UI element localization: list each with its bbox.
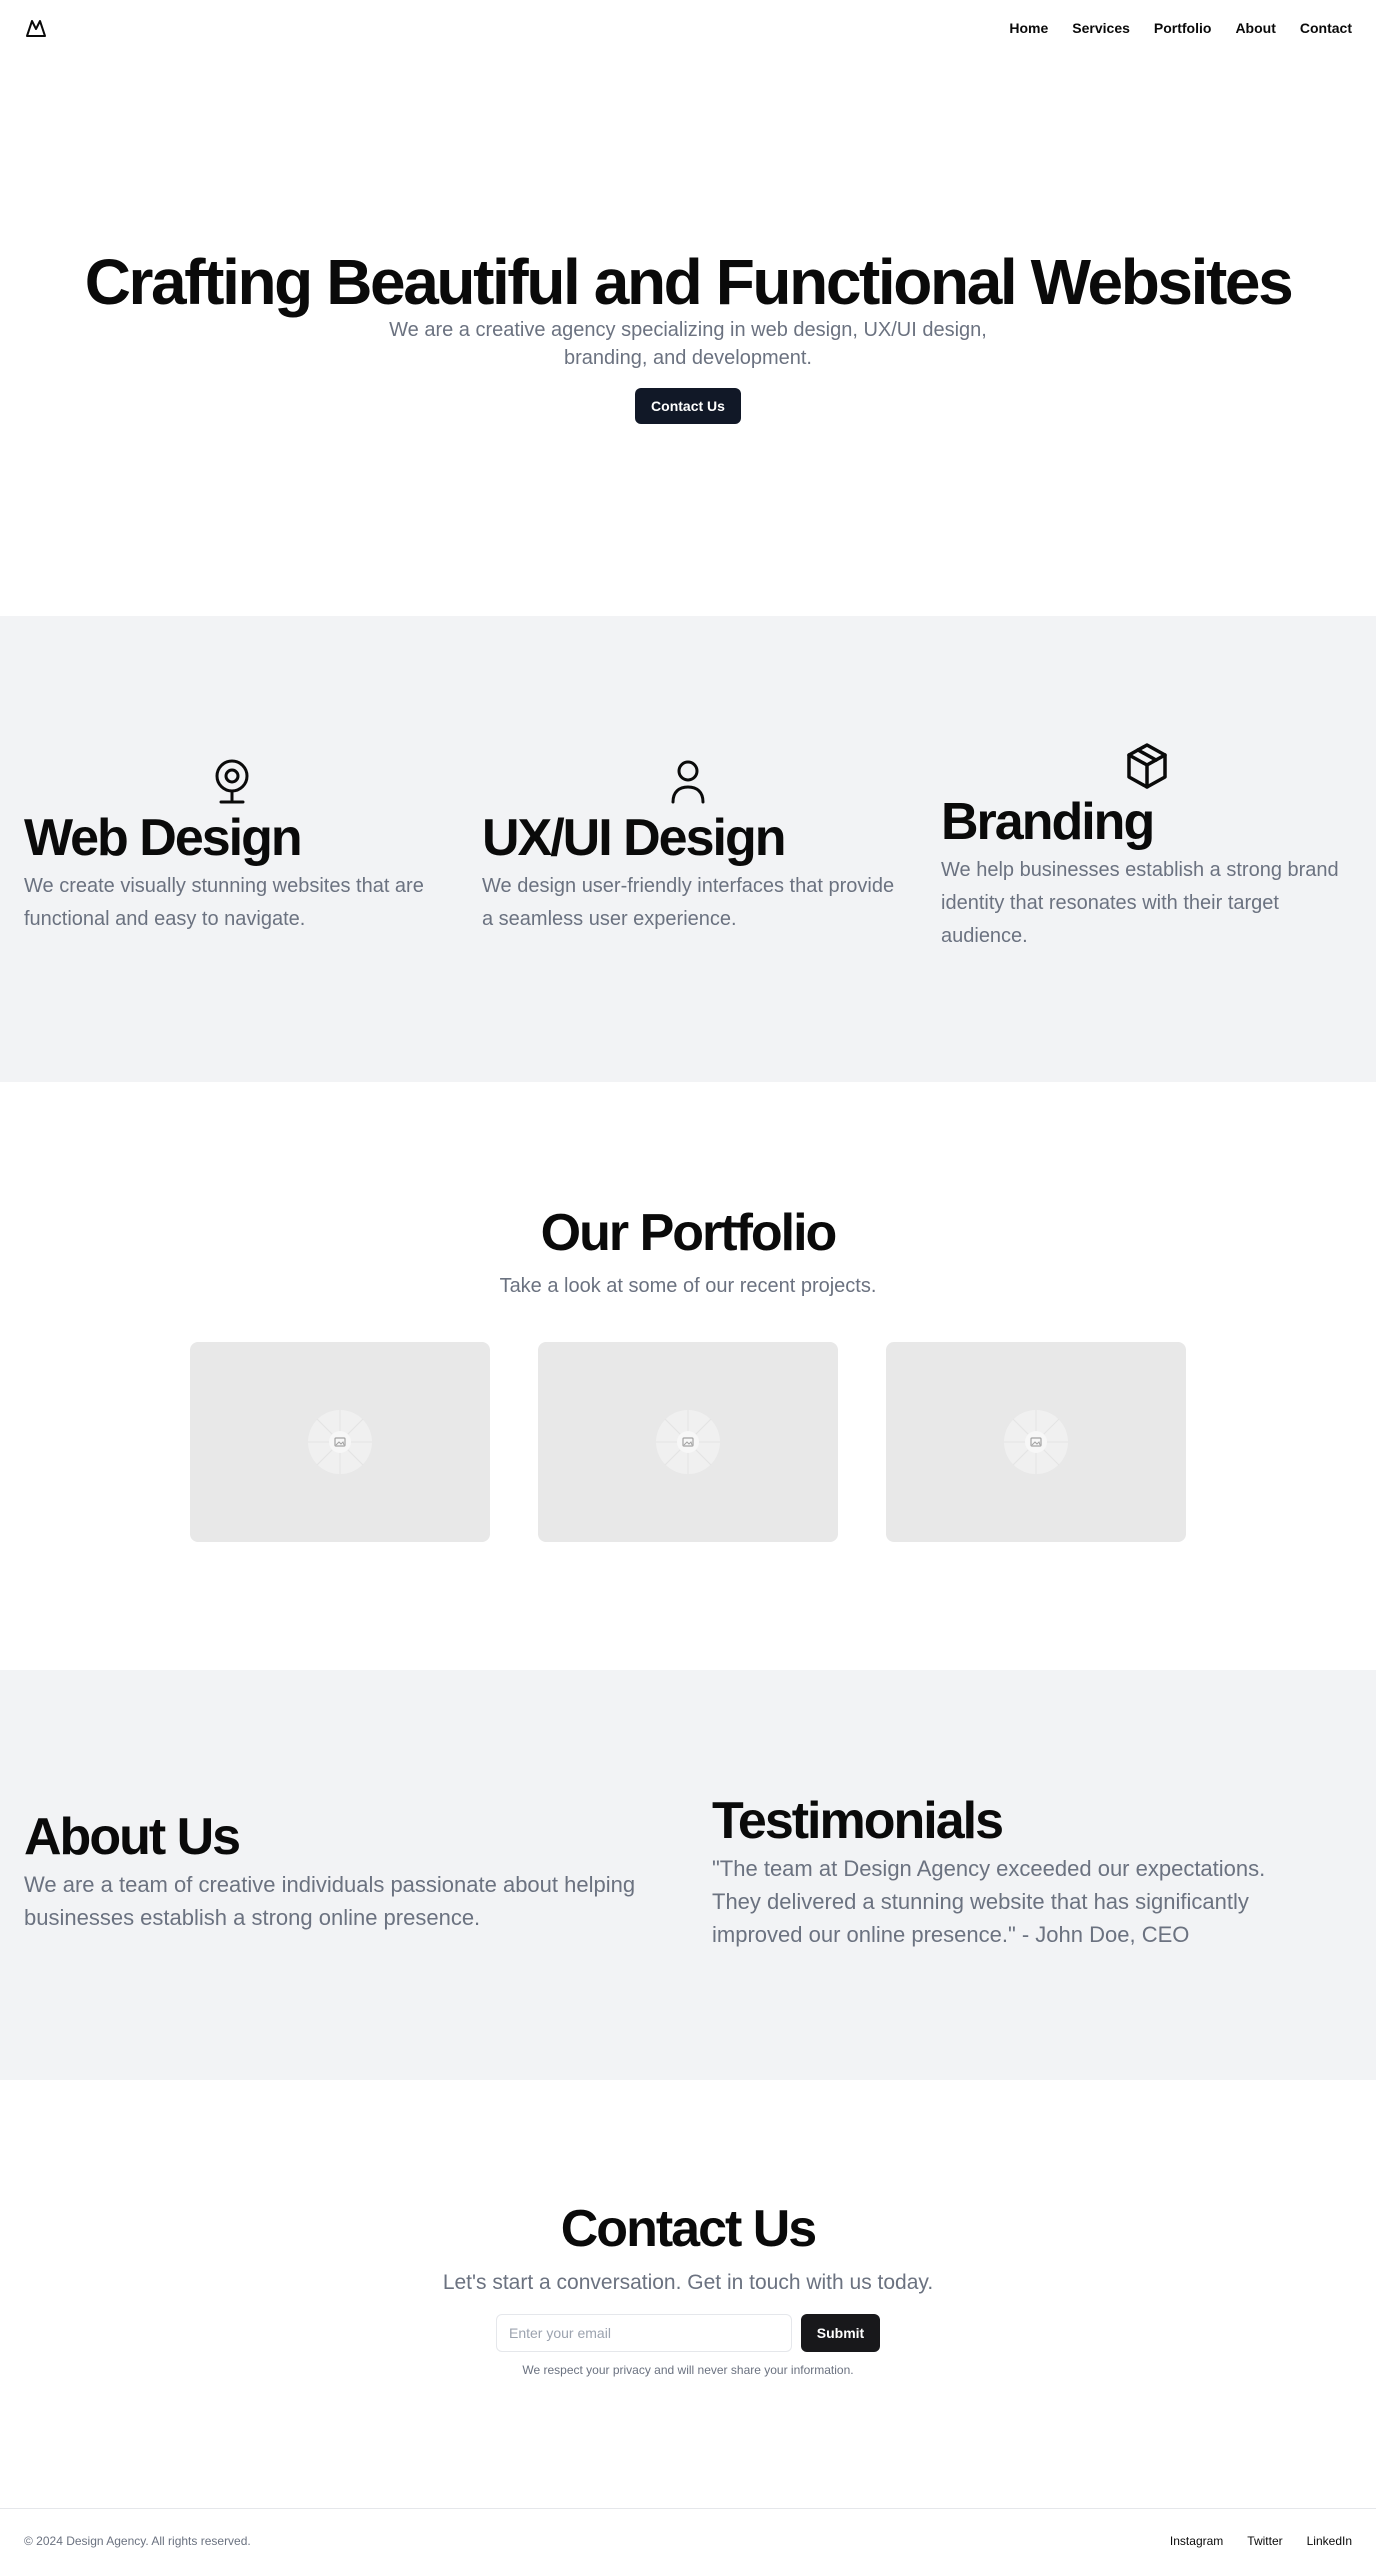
testimonials-title: Testimonials — [712, 1792, 1004, 1850]
about-title: About Us — [24, 1808, 241, 1866]
service-title: Branding — [941, 793, 1155, 851]
site-footer: © 2024 Design Agency. All rights reserve… — [0, 2508, 1376, 2573]
webcam-icon — [212, 758, 252, 806]
submit-button[interactable]: Submit — [801, 2314, 880, 2352]
contact-title: Contact Us — [560, 2200, 817, 2258]
portfolio-item[interactable] — [190, 1342, 490, 1542]
privacy-note: We respect your privacy and will never s… — [522, 2363, 854, 2377]
portfolio-item[interactable] — [538, 1342, 838, 1542]
nav-home-link[interactable]: Home — [1009, 18, 1048, 38]
mountain-icon[interactable] — [24, 16, 48, 40]
portfolio-subtitle: Take a look at some of our recent projec… — [499, 1275, 877, 1297]
contact-subtitle: Let's start a conversation. Get in touch… — [442, 2271, 934, 2294]
portfolio-item[interactable] — [886, 1342, 1186, 1542]
instagram-link[interactable]: Instagram — [1170, 2533, 1223, 2549]
package-icon — [1125, 742, 1167, 790]
nav-services-link[interactable]: Services — [1072, 18, 1130, 38]
testimonial-quote: "The team at Design Agency exceeded our … — [712, 1856, 1266, 1947]
twitter-link[interactable]: Twitter — [1247, 2533, 1282, 2549]
copyright-text: © 2024 Design Agency. All rights reserve… — [24, 2534, 251, 2548]
services-section: Web Design We create visually stunning w… — [0, 616, 1376, 1082]
service-text: We help businesses establish a strong br… — [941, 859, 1339, 947]
service-title: UX/UI Design — [482, 809, 786, 867]
hero-section: Crafting Beautiful and Functional Websit… — [0, 56, 1376, 616]
image-placeholder-icon — [1004, 1410, 1068, 1474]
image-placeholder-icon — [656, 1410, 720, 1474]
image-placeholder-icon — [308, 1410, 372, 1474]
about-testimonials-section: About Us We are a team of creative indiv… — [0, 1670, 1376, 2080]
service-text: We design user-friendly interfaces that … — [482, 875, 895, 930]
hero-contact-button[interactable]: Contact Us — [635, 388, 741, 424]
nav-portfolio-link[interactable]: Portfolio — [1154, 18, 1212, 38]
social-links: Instagram Twitter LinkedIn — [1170, 2533, 1352, 2549]
service-title: Web Design — [24, 809, 303, 867]
portfolio-title: Our Portfolio — [540, 1204, 838, 1262]
portfolio-section: Our Portfolio Take a look at some of our… — [0, 1082, 1376, 1670]
about-text: We are a team of creative individuals pa… — [24, 1872, 636, 1930]
main-nav: Home Services Portfolio About Contact — [1009, 18, 1352, 38]
service-text: We create visually stunning websites tha… — [24, 875, 424, 930]
contact-section: Contact Us Let's start a conversation. G… — [0, 2080, 1376, 2508]
email-input[interactable] — [496, 2314, 792, 2352]
site-header: Home Services Portfolio About Contact — [0, 0, 1376, 56]
nav-contact-link[interactable]: Contact — [1300, 18, 1352, 38]
hero-title: Crafting Beautiful and Functional Websit… — [84, 246, 1294, 318]
nav-about-link[interactable]: About — [1235, 18, 1275, 38]
user-icon — [668, 758, 708, 806]
linkedin-link[interactable]: LinkedIn — [1307, 2533, 1352, 2549]
hero-subtitle: We are a creative agency specializing in… — [389, 319, 987, 369]
